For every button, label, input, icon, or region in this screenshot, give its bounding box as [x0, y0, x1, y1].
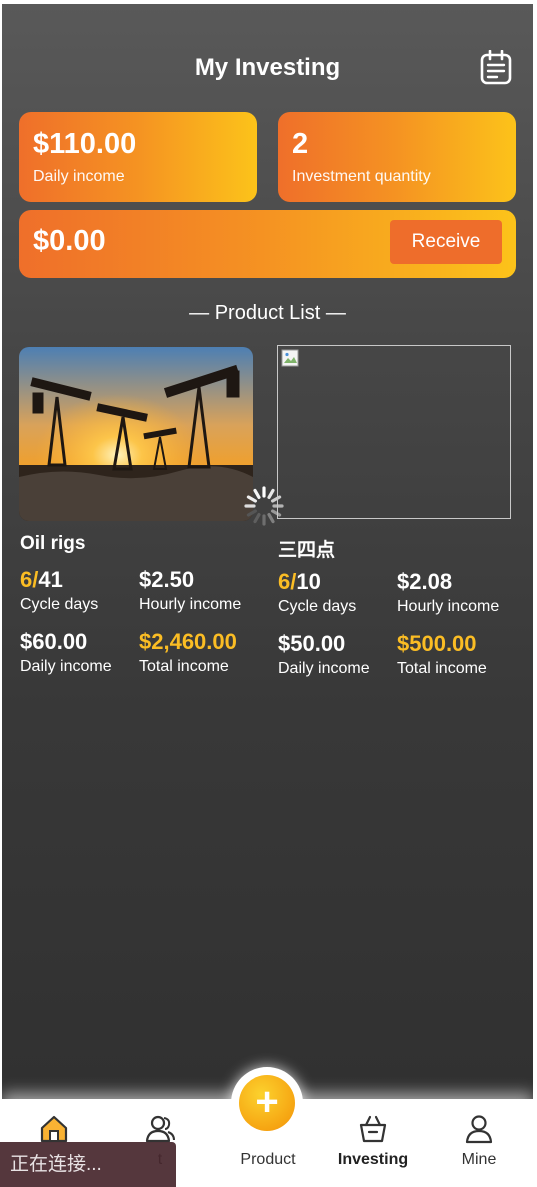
hourly-label: Hourly income [397, 598, 500, 615]
balance-value: $0.00 [33, 225, 106, 257]
hourly-stat: $2.08 Hourly income [397, 569, 499, 616]
daily-income-label: Daily income [33, 168, 125, 185]
basket-icon [359, 1115, 387, 1143]
header: My Investing [2, 44, 533, 94]
cycle-total: 41 [38, 567, 63, 592]
product-fab-button[interactable]: + [231, 1067, 303, 1139]
team-icon [145, 1115, 175, 1143]
user-icon [465, 1115, 493, 1144]
tab-investing[interactable]: Investing [323, 1099, 423, 1187]
investment-quantity-card: 2 Investment quantity [278, 112, 516, 202]
daily-value: $60.00 [20, 629, 88, 654]
tab-product-label: Product [240, 1151, 296, 1168]
daily-stat: $60.00 Daily income [20, 629, 112, 676]
product-image [277, 345, 511, 519]
cycle-done: 6/ [278, 569, 297, 594]
oil-pumpjacks-image [19, 347, 253, 521]
tab-investing-label: Investing [337, 1151, 409, 1168]
cycle-done: 6/ [20, 567, 39, 592]
total-label: Total income [397, 660, 487, 677]
investment-quantity-label: Investment quantity [292, 168, 431, 185]
balance-card: $0.00 Receive [19, 210, 516, 278]
daily-income-card: $110.00 Daily income [19, 112, 257, 202]
hourly-stat: $2.50 Hourly income [139, 567, 241, 614]
product-card[interactable]: Oil rigs 6/41 Cycle days $2.50 Hourly in… [19, 347, 255, 675]
product-name: 三四点 [278, 540, 336, 561]
cycle-stat: 6/41 Cycle days [20, 567, 98, 614]
daily-value: $50.00 [278, 631, 346, 656]
total-value: $500.00 [397, 631, 477, 656]
total-label: Total income [139, 658, 229, 675]
page-title: My Investing [194, 54, 341, 81]
daily-income-value: $110.00 [33, 128, 137, 160]
product-image [19, 347, 253, 521]
daily-stat: $50.00 Daily income [278, 631, 370, 678]
receive-button[interactable]: Receive [390, 220, 502, 264]
tab-mine-label: Mine [461, 1151, 497, 1168]
cycle-label: Cycle days [278, 598, 357, 615]
investment-quantity-value: 2 [292, 128, 309, 160]
app-screen: My Investing $110.00 Daily income 2 Inve… [2, 4, 533, 1187]
daily-label: Daily income [20, 658, 112, 675]
hourly-label: Hourly income [139, 596, 242, 613]
product-card[interactable]: 三四点 6/10 Cycle days $2.08 Hourly income … [277, 345, 513, 677]
connecting-toast: 正在连接... [0, 1142, 176, 1187]
total-stat: $2,460.00 Total income [139, 629, 237, 676]
cycle-total: 10 [296, 569, 321, 594]
product-name: Oil rigs [20, 533, 86, 554]
broken-image-icon [281, 349, 299, 367]
notepad-icon[interactable] [479, 50, 513, 86]
tab-mine[interactable]: Mine [429, 1099, 529, 1187]
daily-label: Daily income [278, 660, 370, 677]
product-list-title: — Product List — [189, 302, 346, 324]
hourly-value: $2.50 [139, 567, 195, 592]
plus-icon: + [239, 1075, 295, 1131]
cycle-stat: 6/10 Cycle days [278, 569, 356, 616]
home-icon [40, 1115, 68, 1143]
cycle-label: Cycle days [20, 596, 99, 613]
total-value: $2,460.00 [139, 629, 237, 654]
hourly-value: $2.08 [397, 569, 453, 594]
total-stat: $500.00 Total income [397, 631, 487, 678]
